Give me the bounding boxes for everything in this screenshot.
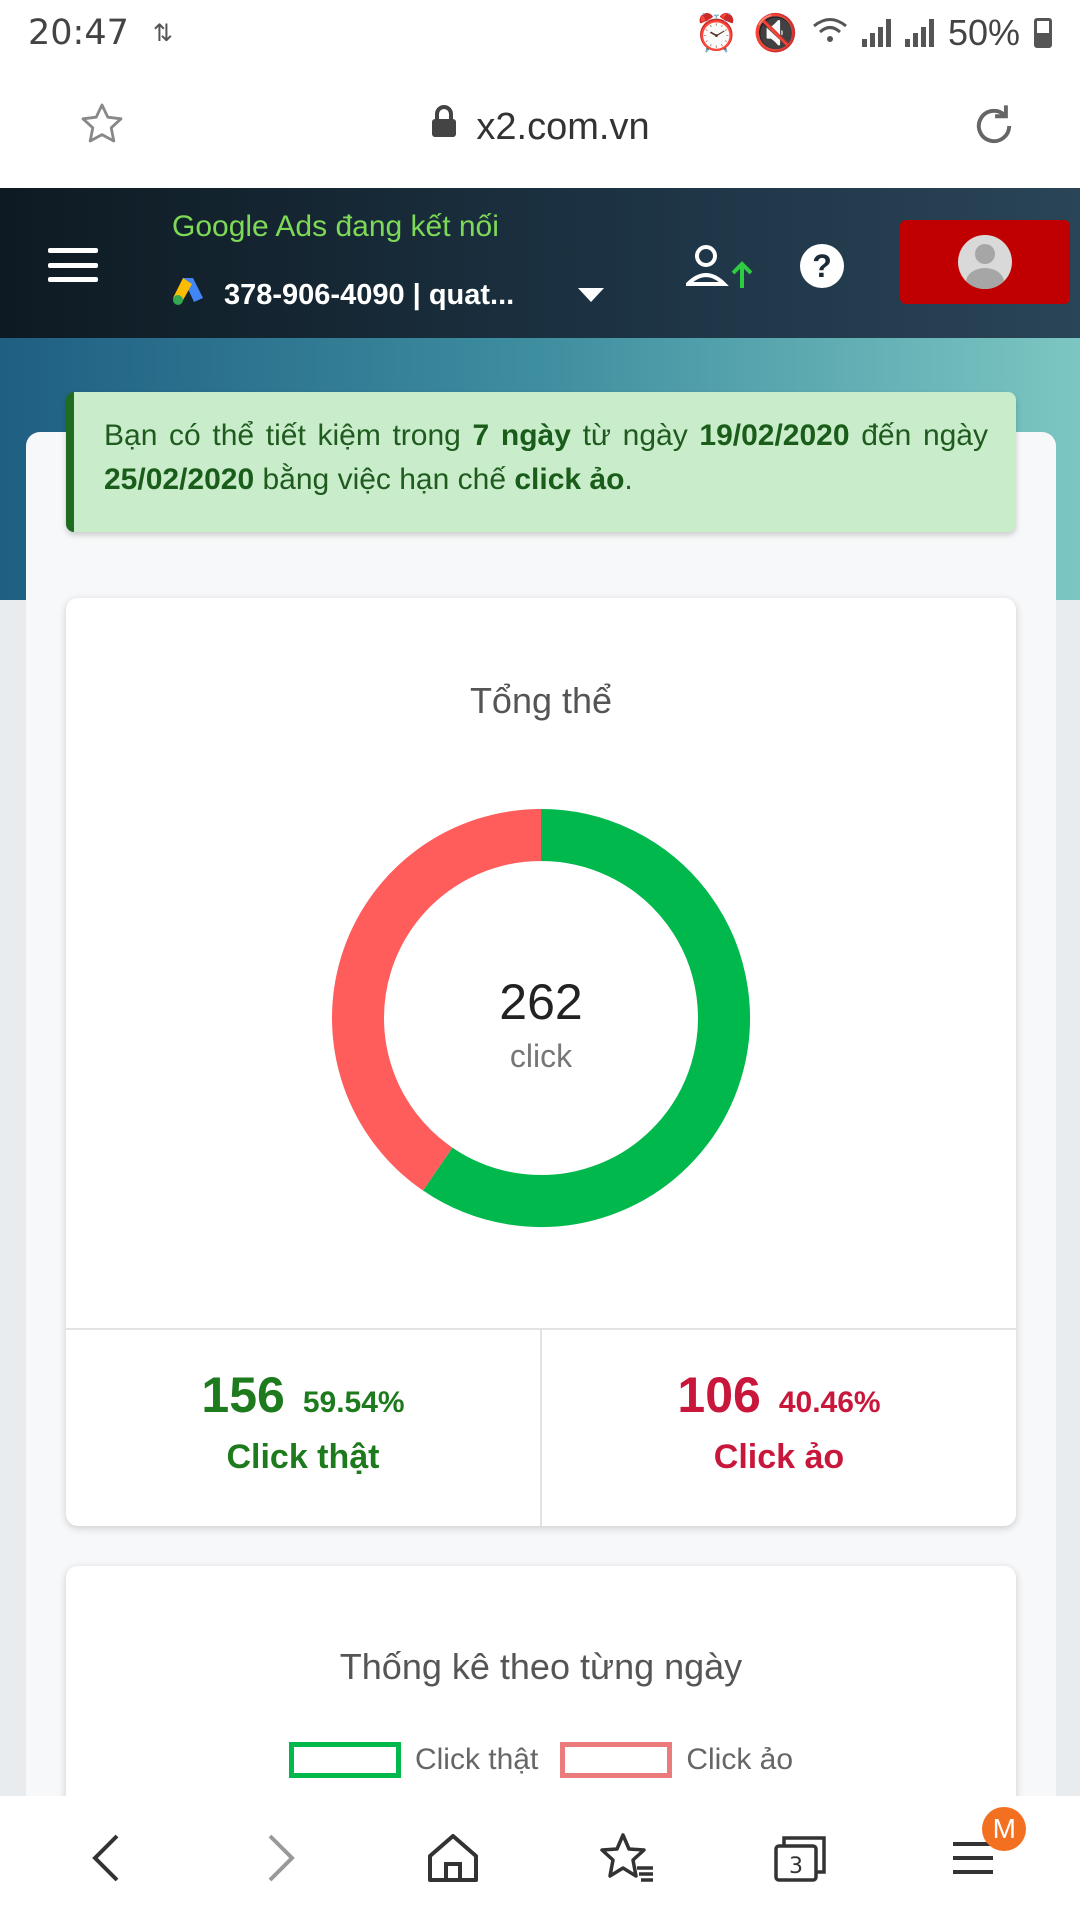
bookmark-star-icon[interactable] [78,100,126,153]
browser-url-bar: x2.com.vn [0,66,1080,188]
app-header: Google Ads đang kết nối 378-906-4090 | q… [0,188,1080,338]
profile-button[interactable] [900,220,1070,304]
status-bar: 20:47 ⇅ ⏰ 🔇 50% [0,0,1080,66]
user-upgrade-icon[interactable] [683,244,758,299]
real-click-count: 156 [201,1367,285,1423]
url-text: x2.com.vn [476,105,650,148]
legend-item-real[interactable]: Click thật [288,1742,539,1778]
real-click-label: Click thật [226,1438,380,1476]
tabs-icon[interactable]: 3 [745,1803,855,1913]
alert-from-date: 19/02/2020 [699,419,850,452]
clock: 20:47 [28,13,129,53]
alert-text: Bạn có thể tiết kiệm trong [104,419,473,452]
google-ads-icon [172,276,204,314]
browser-menu-icon[interactable]: M [918,1803,1028,1913]
help-icon[interactable]: ? [800,244,844,288]
savings-alert: Bạn có thể tiết kiệm trong 7 ngày từ ngà… [66,392,1016,532]
connection-status: Google Ads đang kết nối [172,210,499,243]
alarm-icon: ⏰ [694,12,740,53]
overview-title: Tổng thể [469,680,613,721]
fake-click-count: 106 [677,1367,761,1423]
home-icon[interactable] [398,1803,508,1913]
total-clicks: 262 [499,974,583,1030]
battery-icon [1034,18,1052,48]
legend-swatch-fake [560,1742,673,1778]
menu-icon[interactable] [48,248,98,282]
alert-click-fake: click ảo [514,463,625,496]
alert-to-date: 25/02/2020 [104,463,255,496]
lock-icon [430,105,458,149]
status-icons: ⏰ 🔇 50% [694,12,1052,54]
forward-icon[interactable] [225,1803,335,1913]
fake-click-stat: 106 40.46% Click ảo [542,1366,1016,1477]
real-click-stat: 156 59.54% Click thật [66,1366,540,1477]
legend-item-fake[interactable]: Click ảo [560,1742,793,1778]
daily-stats-title: Thống kê theo từng ngày [339,1646,743,1687]
fake-click-percent: 40.46% [778,1386,881,1419]
bookmarks-icon[interactable] [572,1803,682,1913]
alert-text: bằng việc hạn chế [254,463,515,496]
overview-card: Tổng thể 262 click 156 59.54% Click thật … [66,598,1016,1526]
signal-icon-2 [904,19,934,47]
legend-label-fake: Click ảo [686,1743,794,1776]
data-transfer-icon: ⇅ [152,19,173,47]
legend-swatch-real [288,1742,401,1778]
reload-icon[interactable] [968,100,1020,157]
tabs-count: 3 [789,1854,803,1879]
alert-text: đến ngày [849,419,988,452]
legend-label-real: Click thật [414,1743,539,1776]
alert-days: 7 ngày [472,419,571,452]
browser-bottom-nav: 3 M [0,1796,1080,1920]
account-selector[interactable]: 378-906-4090 | quat... [172,276,514,314]
account-label: 378-906-4090 | quat... [224,278,515,311]
battery-level: 50% [947,12,1020,53]
wifi-icon [812,12,848,54]
back-icon[interactable] [52,1803,162,1913]
fake-click-label: Click ảo [713,1438,845,1476]
real-click-percent: 59.54% [302,1386,405,1419]
menu-badge: M [982,1807,1027,1851]
signal-icon [861,19,891,47]
alert-text: . [624,463,633,496]
avatar [958,235,1012,289]
alert-text: từ ngày [570,419,700,452]
url-display[interactable]: x2.com.vn [430,105,650,149]
mute-icon: 🔇 [753,12,798,53]
chevron-down-icon[interactable] [578,288,604,302]
total-clicks-unit: click [509,1038,573,1074]
chart-legend: Click thật Click ảo [66,1742,1016,1778]
